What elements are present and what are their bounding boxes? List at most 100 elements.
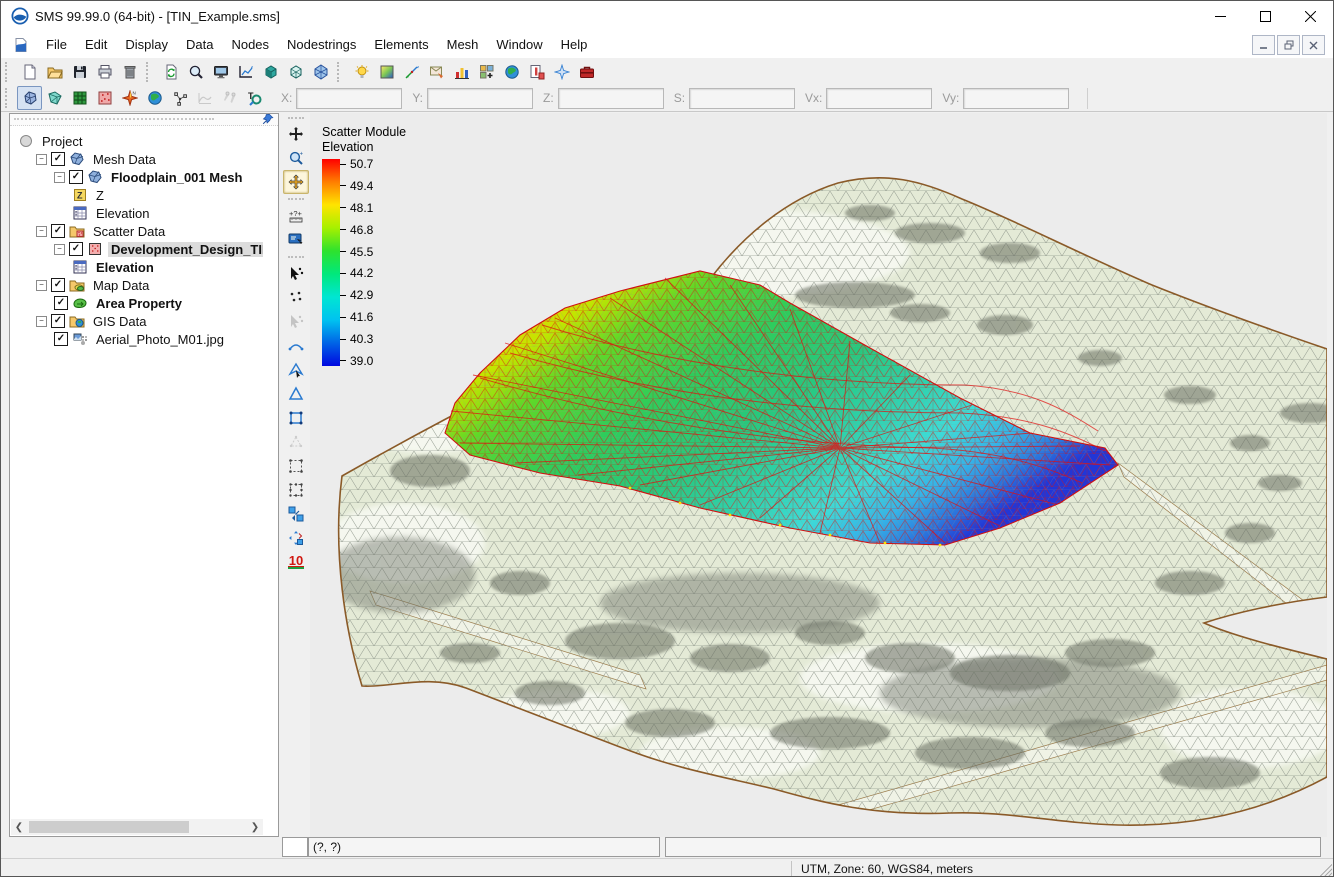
annotation-button-icon[interactable] [217, 86, 242, 110]
new-button-icon[interactable] [17, 60, 42, 84]
select-mesh-node-tool-icon[interactable] [283, 262, 309, 286]
tree-checkbox[interactable]: ✓ [51, 224, 65, 238]
tree-item-label[interactable]: Map Data [90, 278, 152, 293]
delete-button-icon[interactable] [117, 60, 142, 84]
resize-grip[interactable] [1318, 864, 1332, 877]
web-button-icon[interactable] [499, 60, 524, 84]
mdi-minimize-button[interactable] [1252, 35, 1275, 55]
menu-window[interactable]: Window [487, 33, 551, 56]
toolbox-button-icon[interactable] [574, 60, 599, 84]
minimize-button[interactable] [1198, 1, 1243, 31]
coord-x-field-input[interactable] [296, 88, 402, 109]
display-options-button-icon[interactable] [208, 60, 233, 84]
menu-elements[interactable]: Elements [365, 33, 437, 56]
tree-item-map-data[interactable]: −✓ Map Data [14, 276, 278, 294]
scroll-thumb[interactable] [29, 821, 189, 833]
coord-z-field-input[interactable] [558, 88, 664, 109]
tree-checkbox[interactable]: ✓ [54, 296, 68, 310]
save-button-icon[interactable] [67, 60, 92, 84]
tree-item-z[interactable]: ZZ [14, 186, 278, 204]
probe-tool-icon[interactable] [283, 228, 309, 252]
coord-y-field-input[interactable] [427, 88, 533, 109]
terrain-scene[interactable] [310, 113, 1327, 837]
select-element-tool-icon[interactable] [283, 358, 309, 382]
tree-item-label[interactable]: GIS Data [90, 314, 149, 329]
select-region-tool-icon[interactable] [283, 454, 309, 478]
tree-item-aerial-photo[interactable]: ✓Aerial_Photo_M01.jpg [14, 330, 278, 348]
scatter-module-button-icon[interactable] [42, 86, 67, 110]
tree-expander-icon[interactable]: − [36, 280, 47, 291]
create-triangle-tool-icon[interactable] [283, 382, 309, 406]
film-loop-button-icon[interactable] [474, 60, 499, 84]
network-button-icon[interactable] [167, 86, 192, 110]
mdi-close-button[interactable] [1302, 35, 1325, 55]
menu-nodes[interactable]: Nodes [222, 33, 278, 56]
pin-icon[interactable] [261, 112, 275, 126]
menu-mesh[interactable]: Mesh [438, 33, 488, 56]
tree-expander-icon[interactable]: − [36, 316, 47, 327]
tree-item-label[interactable]: Mesh Data [90, 152, 159, 167]
close-button[interactable] [1288, 1, 1333, 31]
menu-nodestrings[interactable]: Nodestrings [278, 33, 365, 56]
grid-module-button-icon[interactable] [67, 86, 92, 110]
tree-expander-icon[interactable]: − [54, 172, 65, 183]
zoom-extents-button-icon[interactable] [183, 60, 208, 84]
coord-vx-field-input[interactable] [826, 88, 932, 109]
coord-vy-field-input[interactable] [963, 88, 1069, 109]
tree-item-development-design-tin[interactable]: −✓Development_Design_TIN [14, 240, 278, 258]
select-region-nodes-tool-icon[interactable] [283, 478, 309, 502]
view-wireframe-button-icon[interactable] [283, 60, 308, 84]
tree-checkbox[interactable]: ✓ [54, 332, 68, 346]
zoom-tool-icon[interactable]: + [283, 146, 309, 170]
create-node-tool-icon[interactable] [283, 286, 309, 310]
tree-item-mesh-elevation[interactable]: Elevation [14, 204, 278, 222]
measure-tool-icon[interactable]: +?+ [283, 204, 309, 228]
gis-module-button-icon[interactable] [142, 86, 167, 110]
model-check-button-icon[interactable] [524, 60, 549, 84]
merge-split-tool-icon[interactable] [283, 526, 309, 550]
tree-item-label[interactable]: Scatter Data [90, 224, 168, 239]
coord-s-field-input[interactable] [689, 88, 795, 109]
scroll-left-button[interactable]: ❮ [11, 819, 27, 835]
graphics-viewport[interactable]: Scatter Module Elevation 50.749.448.146.… [310, 113, 1327, 837]
tree-item-area-property[interactable]: ✓ Area Property [14, 294, 278, 312]
menu-data[interactable]: Data [177, 33, 222, 56]
menu-help[interactable]: Help [552, 33, 597, 56]
mesh-module-button-icon[interactable] [17, 86, 42, 110]
vector-options-button-icon[interactable] [399, 60, 424, 84]
tree-item-gis-data[interactable]: −✓GIS Data [14, 312, 278, 330]
tree-item-project[interactable]: Project [14, 132, 278, 150]
profile-button-icon[interactable] [192, 86, 217, 110]
tree-checkbox[interactable]: ✓ [51, 152, 65, 166]
contour-options-button-icon[interactable] [374, 60, 399, 84]
tree-item-scatter-data[interactable]: −✓ Scatter Data [14, 222, 278, 240]
plot-button-icon[interactable] [449, 60, 474, 84]
plot-wizard-button-icon[interactable] [233, 60, 258, 84]
tree-expander-icon[interactable]: − [36, 226, 47, 237]
view-solid-button-icon[interactable] [258, 60, 283, 84]
wizard-button-icon[interactable] [549, 60, 574, 84]
tree-item-floodplain-mesh[interactable]: −✓Floodplain_001 Mesh [14, 168, 278, 186]
panel-header[interactable] [10, 114, 278, 126]
split-merge-tool-icon[interactable] [283, 430, 309, 454]
tree-item-mesh-data[interactable]: −✓ Mesh Data [14, 150, 278, 168]
tree-hscrollbar[interactable]: ❮ ❯ [11, 819, 263, 835]
tree-item-label[interactable]: Z [93, 188, 107, 203]
tree-item-label[interactable]: Area Property [93, 296, 185, 311]
select-node-inactive-tool-icon[interactable] [283, 310, 309, 334]
tree-checkbox[interactable]: ✓ [51, 278, 65, 292]
view-oblique-button-icon[interactable] [308, 60, 333, 84]
open-button-icon[interactable] [42, 60, 67, 84]
raster-module-button-icon[interactable] [92, 86, 117, 110]
tree-item-label[interactable]: Elevation [93, 206, 152, 221]
zoom-to-button-icon[interactable]: T [242, 86, 267, 110]
select-nodestring-tool-icon[interactable] [283, 334, 309, 358]
rotate-tool-icon[interactable] [283, 170, 309, 194]
menu-display[interactable]: Display [116, 33, 177, 56]
mdi-restore-button[interactable] [1277, 35, 1300, 55]
tree-item-scatter-elevation[interactable]: Elevation [14, 258, 278, 276]
tree-checkbox[interactable]: ✓ [69, 170, 83, 184]
contour-label-tool-icon[interactable]: 10 [283, 550, 309, 574]
tree-expander-icon[interactable]: − [36, 154, 47, 165]
swap-edge-tool-icon[interactable] [283, 502, 309, 526]
